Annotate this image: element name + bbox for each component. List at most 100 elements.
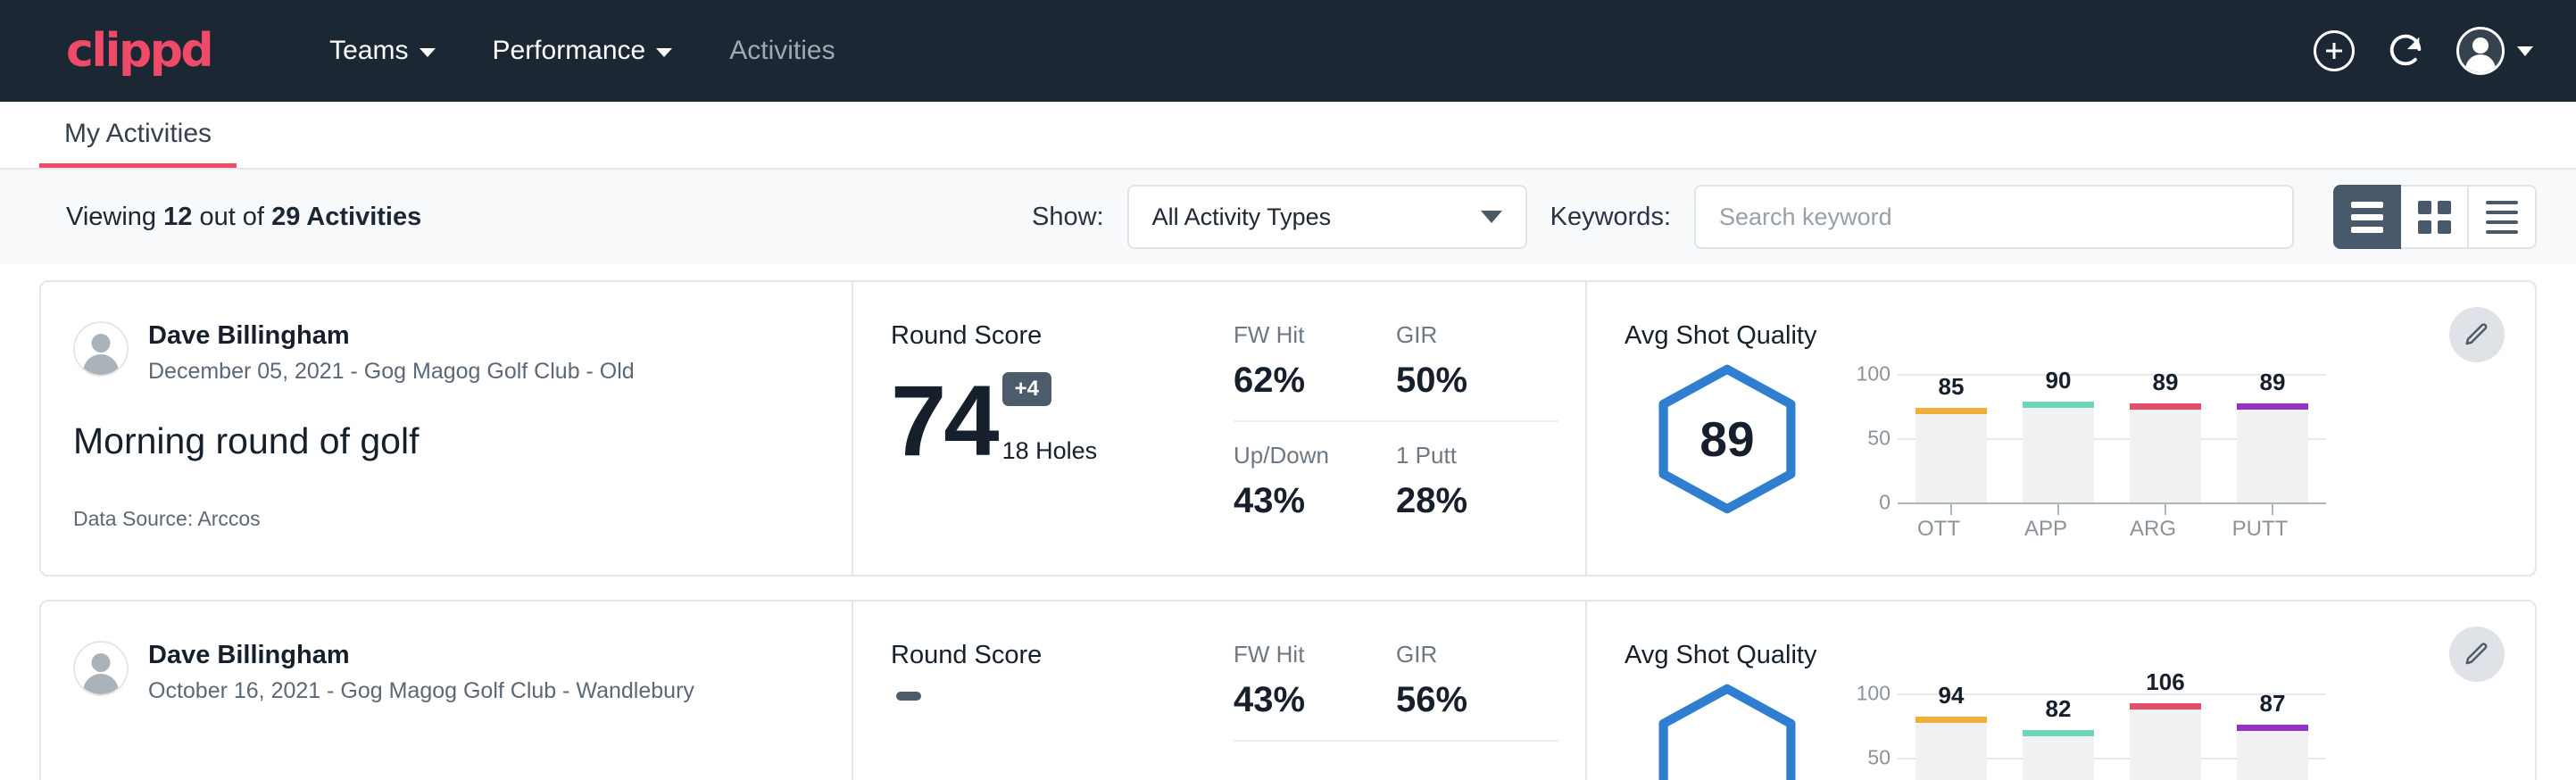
activity-identity: Dave Billingham October 16, 2021 - Gog M… (41, 602, 852, 780)
viewing-count: 12 (163, 203, 192, 231)
chart-x-labels: OTT APP ARG PUTT (1885, 517, 2314, 542)
player-name: Dave Billingham (148, 321, 635, 351)
search-input[interactable] (1694, 185, 2294, 249)
avg-shot-quality-value (1651, 683, 1803, 780)
avg-shot-quality-section: Avg Shot Quality 100 50 (1587, 602, 2535, 780)
avatar (2456, 27, 2505, 75)
avatar-head (92, 653, 111, 672)
nav-item-activities[interactable]: Activities (701, 27, 863, 75)
bar-cap (2130, 703, 2201, 709)
bar-cap (2023, 730, 2094, 736)
stat-label: FW Hit (1234, 641, 1366, 668)
bar (2237, 725, 2308, 780)
avatar (73, 321, 129, 377)
stat-value: 43% (1234, 680, 1366, 720)
refresh-icon[interactable] (2385, 30, 2426, 71)
bar-value: 94 (1939, 682, 1965, 709)
avatar-head (92, 334, 111, 353)
bar (2023, 730, 2094, 780)
view-mode-toggle-group (2333, 185, 2537, 249)
viewing-middle: out of (199, 203, 264, 231)
stat-gir: GIR 56% (1396, 641, 1558, 742)
y-tick-label: 0 (1879, 491, 1890, 515)
score-to-par-badge (896, 692, 921, 701)
tab-bar: My Activities (0, 102, 2576, 170)
y-tick-label: 100 (1857, 682, 1890, 706)
bar-value: 87 (2260, 690, 2286, 718)
round-score-value: 74 (891, 374, 997, 469)
show-label: Show: (1032, 203, 1104, 232)
bar-value: 85 (1939, 373, 1965, 401)
round-score-section: Round Score 74 +4 18 Holes (853, 282, 1210, 575)
data-source-label: Data Source: Arccos (73, 507, 816, 531)
plus-circle-icon[interactable] (2314, 30, 2355, 71)
nav-item-teams[interactable]: Teams (301, 27, 463, 75)
nav-actions (2314, 27, 2533, 75)
bar-value: 90 (2046, 367, 2072, 394)
stat-fw-hit: FW Hit 62% (1234, 321, 1396, 422)
bar-cap (2130, 403, 2201, 410)
avatar-body (83, 674, 119, 695)
stat-value: 28% (1396, 481, 1558, 521)
avatar-body (83, 354, 119, 376)
avg-shot-quality-value: 89 (1651, 363, 1803, 515)
activity-type-select[interactable]: All Activity Types (1127, 185, 1527, 249)
bar-column-ott: 85 (1915, 374, 1987, 502)
bar-cap (1915, 717, 1987, 723)
clippd-logo[interactable]: clippd (66, 24, 212, 78)
account-menu-button[interactable] (2456, 27, 2533, 75)
bar (1915, 717, 1987, 780)
chevron-down-icon (420, 48, 436, 57)
edit-activity-button[interactable] (2449, 626, 2505, 682)
view-toggle-list[interactable] (2333, 185, 2401, 249)
view-toggle-compact[interactable] (2469, 185, 2537, 249)
edit-pencil-icon (2464, 321, 2490, 348)
bar-group: 85 90 89 (1898, 374, 2326, 502)
activity-type-select-value: All Activity Types (1152, 203, 1332, 231)
activity-title: Morning round of golf (73, 420, 816, 462)
bar (2130, 403, 2201, 502)
activity-card[interactable]: Dave Billingham December 05, 2021 - Gog … (39, 280, 2537, 577)
chevron-down-icon (656, 48, 672, 57)
stat-label: Up/Down (1234, 442, 1366, 469)
bar-column-app: 82 (2023, 693, 2094, 780)
activity-card[interactable]: Dave Billingham October 16, 2021 - Gog M… (39, 600, 2537, 780)
filter-bar: Viewing 12 out of 29 Activities Show: Al… (0, 170, 2576, 264)
stat-value: 62% (1234, 361, 1366, 401)
activity-identity: Dave Billingham December 05, 2021 - Gog … (41, 282, 852, 575)
round-score-row: 74 +4 18 Holes (891, 372, 1210, 469)
list-view-icon (2351, 202, 2383, 233)
shot-quality-bar-chart: 100 50 0 94 (1842, 677, 2326, 780)
x-label: ARG (2117, 517, 2189, 542)
nav-item-teams-label: Teams (329, 36, 408, 66)
bar-column-ott: 94 (1915, 693, 1987, 780)
avatar-head (2472, 37, 2489, 54)
player-row: Dave Billingham December 05, 2021 - Gog … (73, 321, 816, 385)
nav-item-performance[interactable]: Performance (464, 27, 702, 75)
view-toggle-grid[interactable] (2401, 185, 2469, 249)
edit-pencil-icon (2464, 641, 2490, 668)
top-navigation-bar: clippd Teams Performance Activities (0, 0, 2576, 102)
stat-fw-hit: FW Hit 43% (1234, 641, 1396, 742)
round-stats-section: FW Hit 62% GIR 50% Up/Down 43% 1 Putt 28… (1210, 282, 1585, 575)
edit-activity-button[interactable] (2449, 307, 2505, 362)
avg-shot-quality-heading: Avg Shot Quality (1625, 321, 2535, 351)
bar-value: 89 (2153, 369, 2179, 396)
bar (1915, 408, 1987, 502)
filter-controls: Show: All Activity Types Keywords: (1032, 185, 2537, 249)
activity-list: Dave Billingham December 05, 2021 - Gog … (0, 264, 2576, 780)
player-name: Dave Billingham (148, 641, 694, 670)
viewing-total: 29 Activities (271, 203, 421, 231)
holes-played: 18 Holes (1002, 437, 1098, 469)
bar-group: 94 82 106 (1898, 693, 2326, 780)
tab-my-activities[interactable]: My Activities (39, 119, 237, 168)
stat-one-putt: 1 Putt 28% (1396, 422, 1558, 537)
avg-shot-quality-heading: Avg Shot Quality (1625, 641, 2535, 670)
primary-nav: Teams Performance Activities (301, 27, 863, 75)
stat-value: 43% (1234, 481, 1366, 521)
chevron-down-icon (2517, 46, 2533, 56)
round-score-section: Round Score (853, 602, 1210, 780)
grid-view-icon (2418, 201, 2451, 234)
round-score-heading: Round Score (891, 321, 1210, 351)
avatar-body (2465, 54, 2496, 74)
